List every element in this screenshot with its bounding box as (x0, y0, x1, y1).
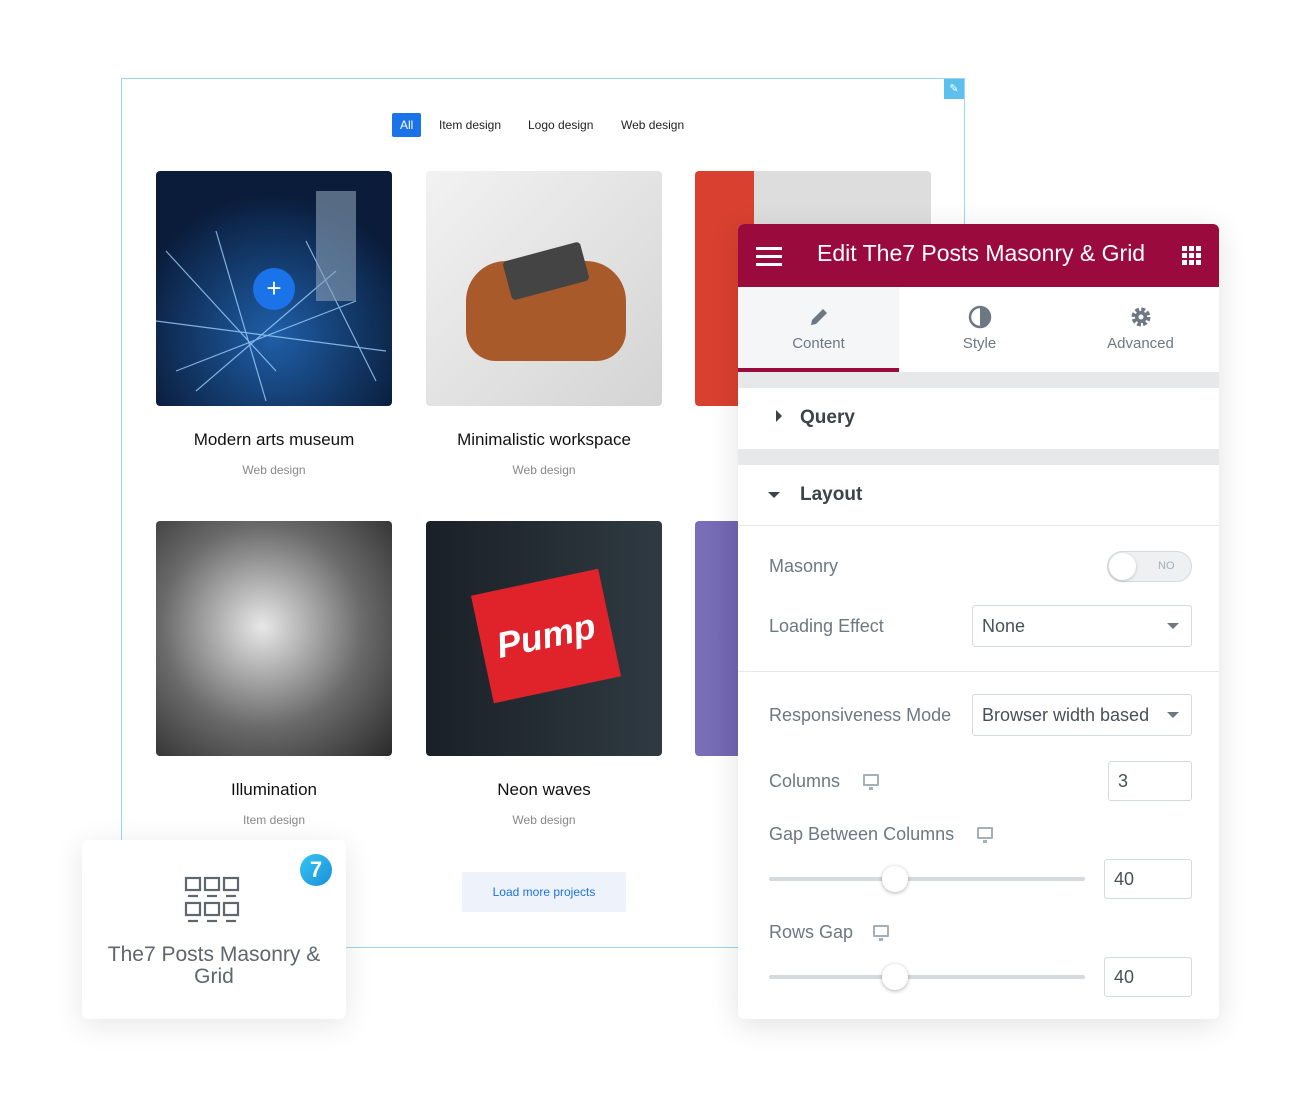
rows-gap-label: Rows Gap (769, 922, 854, 942)
card-title[interactable]: Modern arts museum (156, 430, 392, 450)
section-layout[interactable]: Layout (738, 465, 1219, 526)
rows-gap-slider[interactable] (769, 975, 1085, 979)
tab-label: Advanced (1107, 335, 1174, 352)
divider (738, 671, 1219, 672)
slider-handle[interactable] (882, 866, 908, 892)
select-value: None (982, 616, 1026, 636)
loading-effect-select[interactable]: None (972, 605, 1192, 647)
grid-apps-icon[interactable] (1182, 246, 1202, 266)
card-image[interactable]: + (156, 171, 392, 406)
caret-down-icon (768, 492, 780, 498)
gear-icon (1131, 307, 1150, 327)
desktop-icon[interactable] (977, 827, 993, 843)
add-icon[interactable]: + (253, 268, 295, 310)
gap-columns-slider[interactable] (769, 877, 1085, 881)
caret-down-icon (1167, 623, 1179, 629)
section-title: Query (800, 407, 855, 428)
section-title: Layout (800, 484, 863, 505)
filter-item-design[interactable]: Item design (431, 113, 509, 137)
loading-effect-label: Loading Effect (769, 616, 884, 636)
filter-logo-design[interactable]: Logo design (520, 113, 601, 137)
edit-panel: Edit The7 Posts Masonry & Grid Content S… (738, 224, 1219, 1019)
half-circle-icon (968, 305, 991, 329)
toggle-text: NO (1158, 560, 1175, 572)
card-category: Item design (242, 813, 306, 827)
gap-columns-input[interactable]: 40 (1104, 859, 1192, 899)
responsiveness-select[interactable]: Browser width based (972, 694, 1192, 736)
divider (738, 449, 1219, 465)
pump-sign: Pump (470, 568, 622, 704)
divider (738, 372, 1219, 388)
card-category: Web design (512, 813, 576, 827)
card-title[interactable]: Illumination (156, 780, 392, 800)
widget-card[interactable]: 7 The7 Posts Masonry & Grid (82, 840, 346, 1019)
card-category: Web design (242, 463, 306, 477)
caret-right-icon (776, 410, 782, 422)
responsiveness-label: Responsiveness Mode (769, 705, 952, 725)
tab-label: Style (962, 335, 997, 352)
columns-input[interactable]: 3 (1108, 761, 1192, 801)
slider-handle[interactable] (882, 964, 908, 990)
section-query[interactable]: Query (738, 388, 1219, 449)
filter-all[interactable]: All (392, 113, 422, 137)
posts-grid-icon (184, 876, 240, 923)
widget-label: The7 Posts Masonry & Grid (107, 943, 321, 988)
select-value: Browser width based (982, 705, 1150, 725)
desktop-icon[interactable] (863, 774, 879, 790)
desktop-icon[interactable] (873, 925, 889, 941)
card-title[interactable]: Minimalistic workspace (426, 430, 662, 450)
pencil-icon (810, 309, 827, 325)
tab-content[interactable]: Content (738, 287, 899, 372)
gap-columns-label: Gap Between Columns (769, 824, 955, 844)
tab-style[interactable]: Style (899, 287, 1060, 372)
filter-web-design[interactable]: Web design (613, 113, 692, 137)
caret-down-icon (1167, 712, 1179, 718)
rows-gap-input[interactable]: 40 (1104, 957, 1192, 997)
edit-pencil-icon[interactable]: ✎ (944, 79, 964, 99)
card-category: Web design (512, 463, 576, 477)
card-image[interactable]: Pump (426, 521, 662, 756)
card-image[interactable] (156, 521, 392, 756)
panel-title: Edit The7 Posts Masonry & Grid (817, 240, 1146, 266)
columns-label: Columns (769, 771, 841, 791)
panel-header: Edit The7 Posts Masonry & Grid (738, 224, 1219, 287)
card-image[interactable] (426, 171, 662, 406)
masonry-toggle[interactable]: NO (1107, 551, 1192, 582)
tab-advanced[interactable]: Advanced (1060, 287, 1219, 372)
the7-badge: 7 (300, 854, 332, 886)
hamburger-menu-icon[interactable] (756, 247, 782, 266)
load-more-button[interactable]: Load more projects (462, 872, 626, 912)
card-title[interactable]: Neon waves (426, 780, 662, 800)
tab-label: Content (792, 335, 845, 352)
masonry-label: Masonry (769, 556, 839, 576)
